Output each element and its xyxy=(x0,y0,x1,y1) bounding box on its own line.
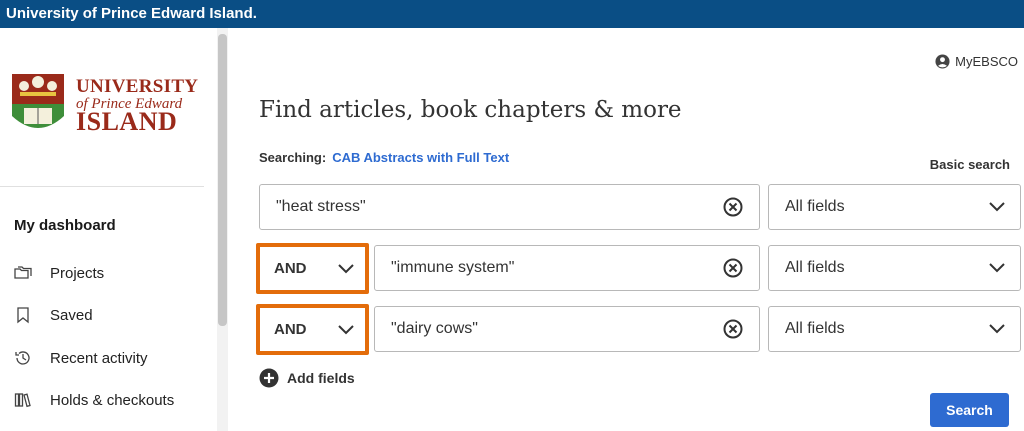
search-term-value: "immune system" xyxy=(391,259,515,276)
sidebar-item-saved[interactable]: Saved xyxy=(14,303,93,327)
chevron-down-icon xyxy=(338,324,354,334)
field-select-value: All fields xyxy=(785,320,845,337)
database-link[interactable]: CAB Abstracts with Full Text xyxy=(332,150,509,165)
sidebar-item-label: Saved xyxy=(50,306,93,324)
chevron-down-icon xyxy=(989,202,1005,212)
history-icon xyxy=(15,351,30,365)
sidebar-item-recent-activity[interactable]: Recent activity xyxy=(14,346,148,370)
sidebar-heading-my-dashboard[interactable]: My dashboard xyxy=(14,217,116,234)
search-term-value: "heat stress" xyxy=(276,198,366,215)
boolean-operator-select-2[interactable]: AND xyxy=(256,243,369,294)
chevron-down-icon xyxy=(989,263,1005,273)
searching-label: Searching: xyxy=(259,150,327,165)
clear-icon[interactable] xyxy=(723,319,743,339)
sidebar-item-label: Holds & checkouts xyxy=(50,391,175,409)
chevron-down-icon xyxy=(338,263,354,273)
add-fields-label: Add fields xyxy=(287,370,355,386)
chevron-down-icon xyxy=(989,324,1005,334)
myebsco-link[interactable]: MyEBSCO xyxy=(935,54,1018,69)
boolean-operator-select-3[interactable]: AND xyxy=(256,304,369,355)
sidebar-scrollbar-thumb[interactable] xyxy=(218,34,227,326)
myebsco-label: MyEBSCO xyxy=(955,54,1018,69)
add-fields-button[interactable]: Add fields xyxy=(259,368,355,388)
logo-text-island: ISLAND xyxy=(76,107,178,136)
page-title: Find articles, book chapters & more xyxy=(259,97,682,123)
boolean-operator-value: AND xyxy=(274,321,307,338)
search-button[interactable]: Search xyxy=(930,393,1009,427)
search-term-input-1[interactable]: "heat stress" xyxy=(259,184,760,230)
institution-banner: University of Prince Edward Island. xyxy=(0,0,1024,28)
search-term-input-2[interactable]: "immune system" xyxy=(374,245,760,291)
sidebar-item-holds-checkouts[interactable]: Holds & checkouts xyxy=(14,388,174,412)
field-select-value: All fields xyxy=(785,259,845,276)
field-select-value: All fields xyxy=(785,198,845,215)
plus-circle-icon xyxy=(259,368,279,388)
search-term-input-3[interactable]: "dairy cows" xyxy=(374,306,760,352)
clear-icon[interactable] xyxy=(723,197,743,217)
bookmark-icon xyxy=(17,307,29,324)
field-select-3[interactable]: All fields xyxy=(768,306,1021,352)
books-icon xyxy=(14,393,31,408)
search-term-value: "dairy cows" xyxy=(391,320,478,337)
user-account-icon xyxy=(935,54,950,69)
searching-line: Searching: CAB Abstracts with Full Text xyxy=(259,150,509,165)
basic-search-link[interactable]: Basic search xyxy=(930,157,1010,172)
logo-text-university: UNIVERSITY xyxy=(76,76,199,97)
sidebar-item-label: Recent activity xyxy=(50,349,148,367)
sidebar-item-label: Projects xyxy=(50,264,105,282)
folder-icon xyxy=(14,266,32,279)
field-select-1[interactable]: All fields xyxy=(768,184,1021,230)
sidebar-item-projects[interactable]: Projects xyxy=(14,261,104,285)
sidebar-divider xyxy=(0,186,204,187)
clear-icon[interactable] xyxy=(723,258,743,278)
boolean-operator-value: AND xyxy=(274,260,307,277)
field-select-2[interactable]: All fields xyxy=(768,245,1021,291)
